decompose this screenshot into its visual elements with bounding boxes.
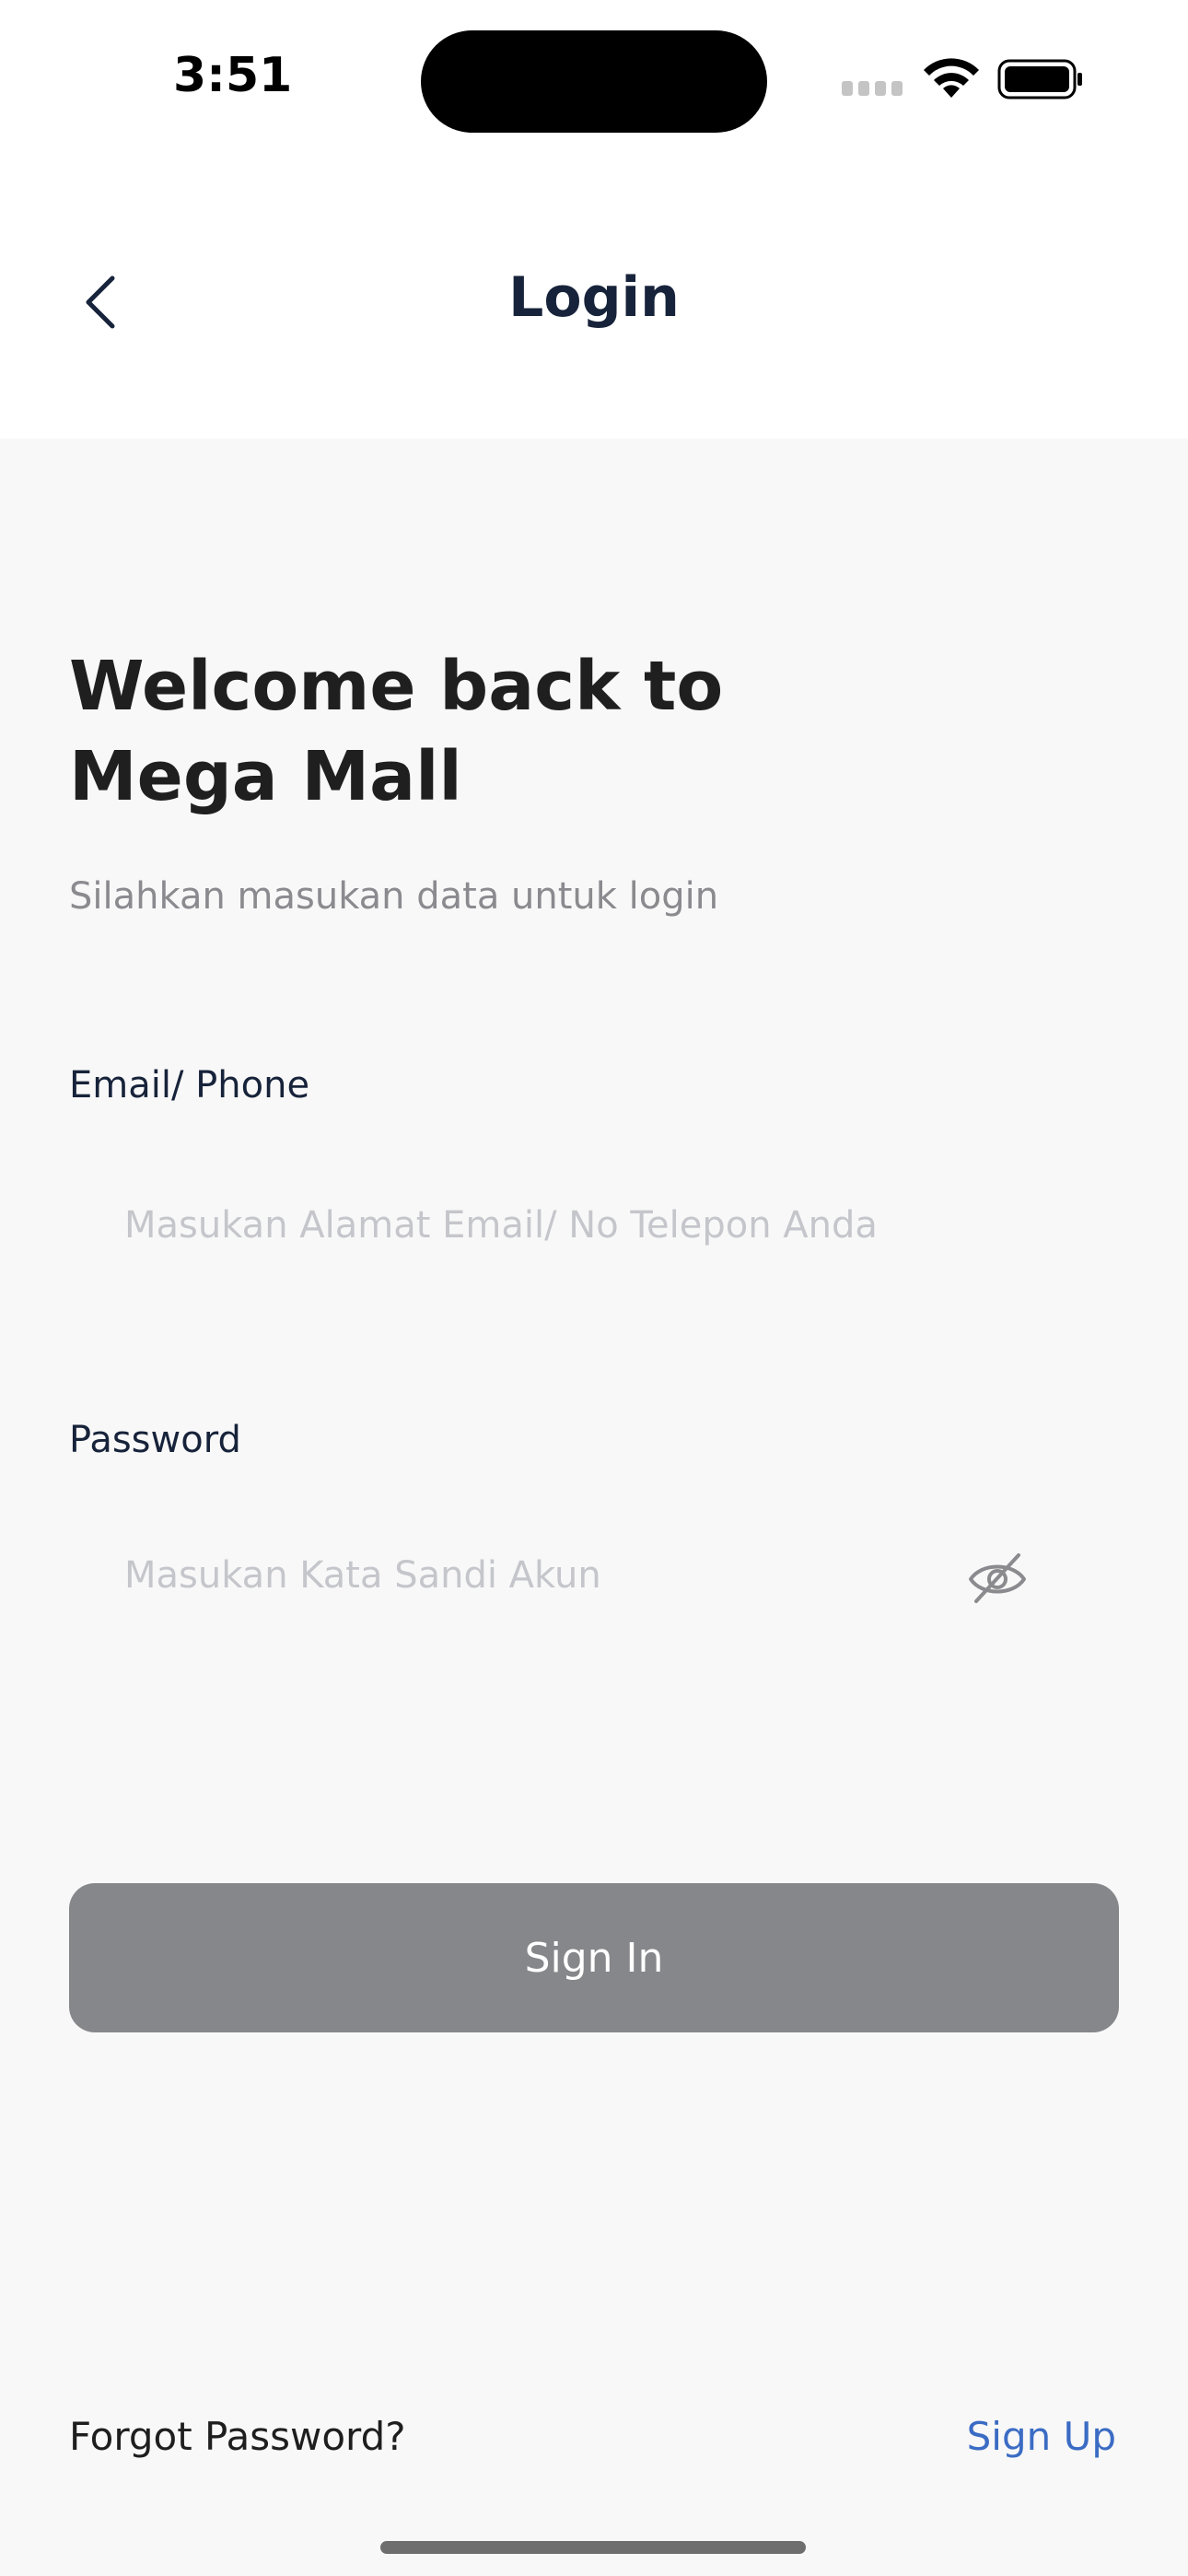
email-phone-input[interactable]: [69, 1161, 1119, 1290]
password-label: Password: [69, 1419, 241, 1461]
status-time: 3:51: [173, 48, 293, 103]
welcome-line-2: Mega Mall: [69, 737, 462, 816]
sign-in-button[interactable]: Sign In: [69, 1883, 1119, 2032]
home-indicator: [380, 2541, 806, 2554]
email-label: Email/ Phone: [69, 1064, 310, 1107]
page-title: Login: [508, 265, 680, 330]
password-input[interactable]: [69, 1511, 1119, 1640]
battery-icon: [997, 59, 1082, 100]
sign-up-link[interactable]: Sign Up: [967, 2414, 1116, 2459]
welcome-subtitle: Silahkan masukan data untuk login: [69, 875, 719, 918]
cellular-signal-icon: [842, 81, 906, 96]
dynamic-island: [421, 30, 767, 133]
eye-off-icon[interactable]: [967, 1551, 1028, 1605]
welcome-line-1: Welcome back to: [69, 647, 724, 726]
wifi-icon: [924, 58, 979, 98]
welcome-heading: Welcome back to Mega Mall: [69, 641, 898, 822]
forgot-password-link[interactable]: Forgot Password?: [69, 2414, 406, 2459]
